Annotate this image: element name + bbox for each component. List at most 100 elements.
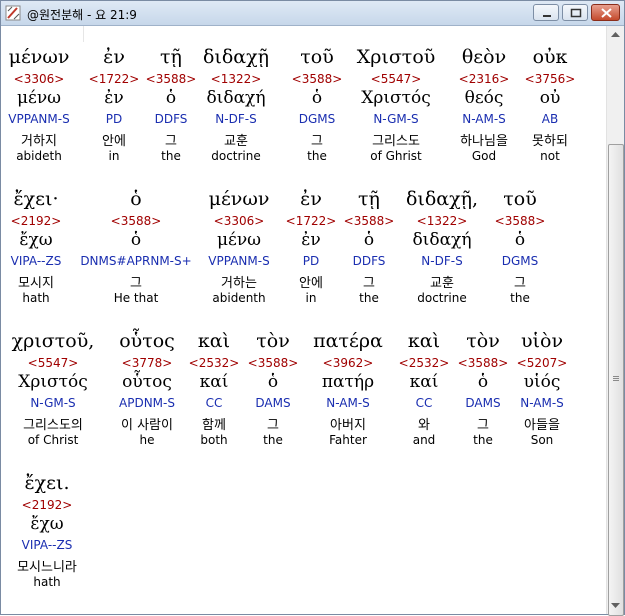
korean-gloss: 그 <box>165 134 177 149</box>
parse-code: DDFS <box>154 112 188 126</box>
lemma-word: ὁ <box>165 88 177 108</box>
korean-gloss: 그 <box>363 276 375 291</box>
english-gloss: Son <box>530 433 554 447</box>
korean-gloss: 그 <box>267 418 279 433</box>
lemma-word: ὁ <box>311 88 323 108</box>
greek-word: ἐν <box>300 188 322 210</box>
english-gloss: doctrine <box>417 291 467 305</box>
greek-word: μένων <box>208 188 270 210</box>
parse-code: CC <box>415 396 433 410</box>
english-gloss: the <box>161 149 181 163</box>
greek-word: χριστοῦ, <box>11 330 95 352</box>
english-gloss: in <box>305 291 317 305</box>
korean-gloss: 와 <box>418 418 430 433</box>
greek-word: ἔχει· <box>13 188 59 210</box>
parse-code: DDFS <box>352 254 386 268</box>
english-gloss: both <box>200 433 228 447</box>
strong-number: <3588> <box>494 214 546 228</box>
parse-code: PD <box>302 254 320 268</box>
strong-number: <1722> <box>88 72 140 86</box>
parse-code: APDNM-S <box>119 396 175 410</box>
parse-code: VIPA--ZS <box>10 254 62 268</box>
app-window: @원전분해 - 요 21:9 μένων <3306> μένω VPPANM-S 거하… <box>0 0 625 616</box>
strong-number: <2192> <box>10 214 62 228</box>
strong-number: <1322> <box>210 72 262 86</box>
parse-code: PD <box>105 112 123 126</box>
parse-code: N-GM-S <box>373 112 419 126</box>
greek-word: Χριστοῦ <box>356 46 436 68</box>
strong-number: <2532> <box>398 356 450 370</box>
english-gloss: he <box>139 433 155 447</box>
korean-gloss: 못하되 <box>532 134 568 149</box>
lemma-word: ὁ <box>363 230 375 250</box>
english-gloss: the <box>359 291 379 305</box>
vertical-scrollbar[interactable] <box>606 26 624 616</box>
lemma-word: οὗτος <box>122 372 172 392</box>
korean-gloss: 교훈 <box>224 134 248 149</box>
lemma-word: Χριστός <box>18 372 88 392</box>
strong-number: <3588> <box>247 356 299 370</box>
english-gloss: abideth <box>16 149 62 163</box>
strong-number: <3588> <box>291 72 343 86</box>
greek-word: υἱὸν <box>521 330 563 352</box>
lemma-word: καί <box>199 372 229 392</box>
greek-word: τὸν <box>466 330 500 352</box>
parse-code: AB <box>541 112 559 126</box>
lemma-word: οὐ <box>539 88 561 108</box>
greek-word: ὁ <box>130 188 142 210</box>
korean-gloss: 거하는 <box>221 276 257 291</box>
korean-gloss: 그 <box>311 134 323 149</box>
title-bar[interactable]: @원전분해 - 요 21:9 <box>1 1 624 26</box>
window-title: @원전분해 - 요 21:9 <box>27 8 137 22</box>
greek-word: θεὸν <box>461 46 507 68</box>
strong-number: <3778> <box>121 356 173 370</box>
korean-gloss: 그리스도의 <box>23 418 83 433</box>
english-gloss: of Christ <box>27 433 79 447</box>
parse-code: DGMS <box>501 254 539 268</box>
lemma-word: διδαχή <box>412 230 472 250</box>
strong-number: <3306> <box>213 214 265 228</box>
lemma-word: μένω <box>216 230 262 250</box>
parse-code: DAMS <box>255 396 291 410</box>
english-gloss: doctrine <box>211 149 261 163</box>
lemma-word: ὁ <box>514 230 526 250</box>
strong-number: <2532> <box>188 356 240 370</box>
english-gloss: not <box>540 149 560 163</box>
lemma-word: ἐν <box>301 230 321 250</box>
strong-number: <5547> <box>27 356 79 370</box>
lemma-word: ὁ <box>267 372 279 392</box>
korean-gloss: 안에 <box>299 276 323 291</box>
english-gloss: God <box>471 149 497 163</box>
parse-code: DGMS <box>298 112 336 126</box>
scroll-down-icon[interactable] <box>607 597 624 614</box>
interlinear-view: μένων <3306> μένω VPPANM-S 거하지 abideth ἐν <1722… <box>1 42 605 614</box>
english-gloss: abidenth <box>212 291 266 305</box>
strong-number: <5547> <box>370 72 422 86</box>
minimize-button[interactable] <box>533 4 559 21</box>
strong-number: <1322> <box>416 214 468 228</box>
korean-gloss: 거하지 <box>21 134 57 149</box>
maximize-button[interactable] <box>562 4 588 21</box>
greek-word: οὗτος <box>119 330 175 352</box>
close-button[interactable] <box>591 4 620 21</box>
korean-gloss: 안에 <box>102 134 126 149</box>
english-gloss: the <box>263 433 283 447</box>
parse-code: VPPANM-S <box>208 254 270 268</box>
strong-number: <5207> <box>516 356 568 370</box>
greek-word: πατέρα <box>313 330 383 352</box>
greek-word: μένων <box>8 46 70 68</box>
greek-word: ἔχει. <box>24 472 70 494</box>
korean-gloss: 아들을 <box>524 418 560 433</box>
lemma-word: καί <box>409 372 439 392</box>
scroll-up-icon[interactable] <box>607 26 624 43</box>
english-gloss: of Ghrist <box>370 149 422 163</box>
scroll-thumb[interactable] <box>608 144 624 616</box>
tab-strip[interactable] <box>1 26 84 42</box>
lemma-word: ὁ <box>130 230 142 250</box>
lemma-word: πατήρ <box>321 372 375 392</box>
parse-code: VIPA--ZS <box>21 538 73 552</box>
strong-number: <3962> <box>322 356 374 370</box>
strong-number: <2316> <box>458 72 510 86</box>
lemma-word: Χριστός <box>361 88 431 108</box>
strong-number: <3588> <box>145 72 197 86</box>
